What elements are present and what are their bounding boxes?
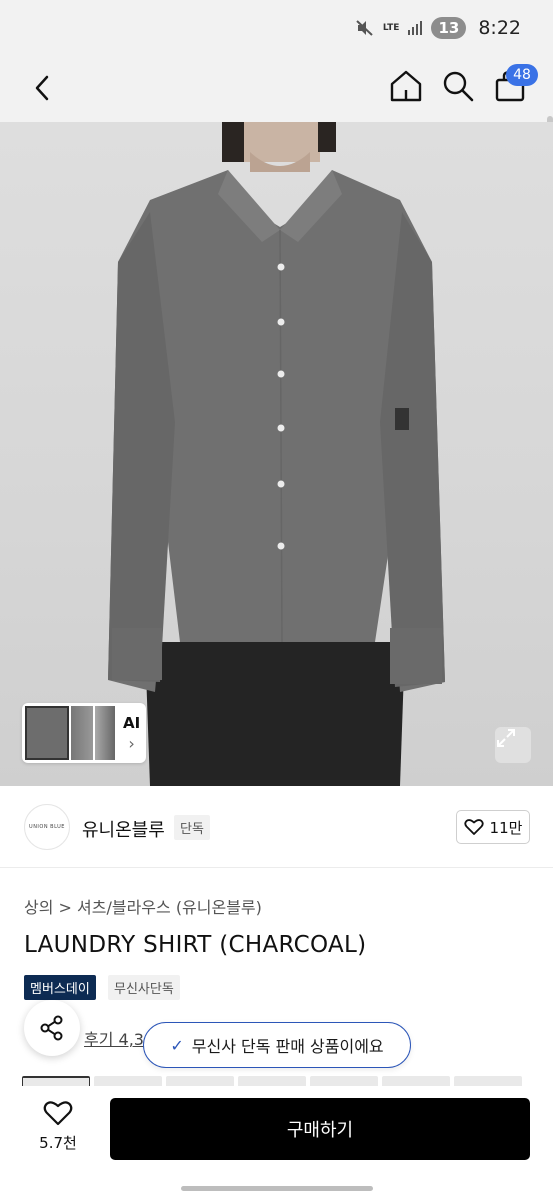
expand-icon bbox=[497, 729, 515, 747]
chevron-right-icon: › bbox=[128, 734, 135, 753]
share-icon bbox=[40, 1015, 63, 1041]
back-button[interactable] bbox=[26, 70, 58, 106]
breadcrumb[interactable]: 상의 > 셔츠/블라우스 (유니온블루) bbox=[24, 894, 262, 918]
cart-count-badge: 48 bbox=[506, 64, 538, 86]
status-icons: LTE 13 8:22 bbox=[355, 14, 521, 42]
bottom-action-bar: 5.7천 구매하기 bbox=[0, 1086, 553, 1200]
thumbnail-image[interactable] bbox=[71, 706, 93, 760]
lte-icon: LTE bbox=[382, 22, 400, 33]
wishlist-button[interactable]: 5.7천 bbox=[30, 1100, 86, 1162]
product-image[interactable]: AI › bbox=[0, 122, 553, 786]
detail-thumbnail[interactable] bbox=[454, 1076, 522, 1086]
detail-thumbnail[interactable] bbox=[166, 1076, 234, 1086]
buy-button[interactable]: 구매하기 bbox=[110, 1098, 530, 1160]
brand-row: UNION BLUE 유니온블루 단독 11만 bbox=[0, 786, 553, 868]
share-button[interactable] bbox=[24, 1000, 80, 1056]
members-day-tag: 멤버스데이 bbox=[24, 975, 96, 1000]
wishlist-count: 5.7천 bbox=[39, 1134, 77, 1152]
expand-button[interactable] bbox=[495, 727, 531, 763]
search-button[interactable] bbox=[440, 68, 476, 104]
detail-thumbnail[interactable] bbox=[94, 1076, 162, 1086]
detail-thumbnails bbox=[22, 1076, 553, 1086]
heart-icon bbox=[43, 1101, 73, 1126]
musinsa-exclusive-tag: 무신사단독 bbox=[108, 975, 180, 1000]
exclusive-toast: ✓ 무신사 단독 판매 상품이에요 bbox=[143, 1022, 411, 1068]
ai-thumbnail-strip[interactable]: AI › bbox=[22, 703, 146, 763]
nav-bar: 48 bbox=[0, 56, 553, 174]
home-icon bbox=[390, 70, 422, 102]
detail-thumbnail[interactable] bbox=[238, 1076, 306, 1086]
back-icon bbox=[35, 75, 49, 101]
brand-logo-text: UNION BLUE bbox=[29, 824, 65, 830]
brand-logo[interactable]: UNION BLUE bbox=[24, 804, 70, 850]
detail-thumbnail[interactable] bbox=[382, 1076, 450, 1086]
ai-label: AI bbox=[123, 714, 141, 732]
brand-like-button[interactable]: 11만 bbox=[456, 810, 530, 844]
notification-badge: 13 bbox=[431, 17, 467, 39]
thumbnail-image[interactable] bbox=[95, 706, 115, 760]
mute-icon bbox=[355, 19, 375, 37]
network-label: LTE bbox=[382, 22, 400, 33]
home-button[interactable] bbox=[388, 68, 424, 104]
thumbnail-image[interactable] bbox=[25, 706, 69, 760]
product-photo bbox=[108, 122, 445, 786]
status-bar: LTE 13 8:22 bbox=[0, 0, 553, 56]
detail-thumbnail[interactable] bbox=[22, 1076, 90, 1086]
product-title: LAUNDRY SHIRT (CHARCOAL) bbox=[24, 932, 367, 958]
review-link[interactable]: 후기 4,3 bbox=[84, 1026, 144, 1050]
ai-thumbnail-button[interactable]: AI › bbox=[123, 714, 140, 752]
heart-icon bbox=[463, 819, 484, 835]
check-icon: ✓ bbox=[170, 1035, 184, 1055]
home-indicator[interactable] bbox=[181, 1186, 373, 1191]
clock: 8:22 bbox=[478, 17, 521, 39]
search-icon bbox=[443, 71, 474, 102]
brand-like-count: 11만 bbox=[489, 818, 523, 837]
brand-name[interactable]: 유니온블루 bbox=[82, 816, 165, 842]
toast-message: 무신사 단독 판매 상품이에요 bbox=[191, 1037, 384, 1056]
brand-exclusive-tag: 단독 bbox=[174, 815, 210, 840]
signal-icon bbox=[407, 20, 423, 36]
detail-thumbnail[interactable] bbox=[310, 1076, 378, 1086]
